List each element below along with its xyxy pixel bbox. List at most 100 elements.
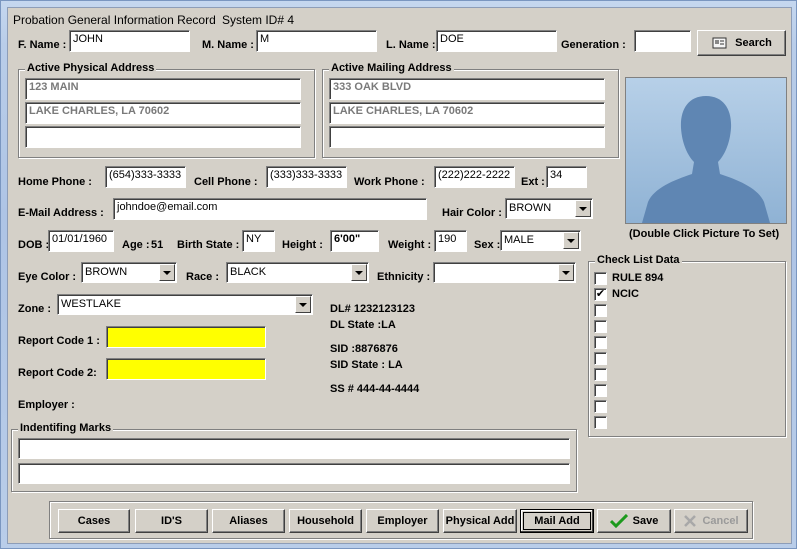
ext-label: Ext : <box>521 176 545 188</box>
race-value: BLACK <box>230 266 267 278</box>
checklist-item-label: NCIC <box>612 288 639 300</box>
ids-button[interactable]: ID'S <box>135 509 208 533</box>
dob-input[interactable]: 01/01/1960 <box>48 230 114 252</box>
mailing-address-group: Active Mailing Address 333 OAK BLVD LAKE… <box>322 62 619 158</box>
chevron-down-icon[interactable] <box>295 296 311 313</box>
physical-address-title: Active Physical Address <box>25 62 157 74</box>
household-button[interactable]: Household <box>289 509 362 533</box>
checklist-checkbox[interactable] <box>594 416 607 429</box>
zone-select[interactable]: WESTLAKE <box>57 294 313 315</box>
mailing-address-title: Active Mailing Address <box>329 62 454 74</box>
report-code1-label: Report Code 1 : <box>18 335 100 347</box>
system-id: System ID# 4 <box>222 13 295 27</box>
checklist-checkbox[interactable] <box>594 352 607 365</box>
search-button[interactable]: Search <box>697 30 786 56</box>
last-name-input[interactable]: DOE <box>436 30 557 52</box>
work-phone-label: Work Phone : <box>354 176 425 188</box>
hair-color-select[interactable]: BROWN <box>505 198 593 219</box>
report-code1-input[interactable] <box>106 326 266 348</box>
sex-label: Sex : <box>474 239 501 251</box>
physical-add-button[interactable]: Physical Add <box>443 509 517 533</box>
identifying-marks-line1[interactable] <box>18 438 570 459</box>
identifying-marks-line2[interactable] <box>18 463 570 484</box>
zone-label: Zone : <box>18 303 51 315</box>
hair-color-value: BROWN <box>509 202 552 214</box>
ext-input[interactable]: 34 <box>546 166 587 188</box>
middle-name-input[interactable]: M <box>256 30 377 52</box>
save-button[interactable]: Save <box>597 509 671 533</box>
sid-state: SID State : LA <box>330 359 403 371</box>
identifying-marks-group: Indentifing Marks <box>11 422 577 492</box>
age-label: Age : <box>122 239 150 251</box>
chevron-down-icon[interactable] <box>558 264 574 281</box>
aliases-button[interactable]: Aliases <box>212 509 285 533</box>
sex-value: MALE <box>504 234 534 246</box>
client-area: Probation General Information Record Sys… <box>7 7 792 544</box>
age-value: 51 <box>151 239 164 251</box>
generation-label: Generation : <box>561 39 626 51</box>
weight-label: Weight : <box>388 239 432 251</box>
cell-phone-input[interactable]: (333)333-3333 <box>266 166 347 188</box>
photo-caption: (Double Click Picture To Set) <box>629 228 780 240</box>
checklist-checkbox[interactable] <box>594 304 607 317</box>
zone-value: WESTLAKE <box>61 298 121 310</box>
height-label: Height : <box>282 239 323 251</box>
cell-phone-label: Cell Phone : <box>194 176 258 188</box>
checklist-checkbox[interactable] <box>594 272 607 285</box>
checklist-group: Check List Data RULE 894 ✔ NCIC <box>588 254 786 437</box>
mail-add-button[interactable]: Mail Add <box>520 509 594 533</box>
checklist-checkbox[interactable] <box>594 336 607 349</box>
ethnicity-select[interactable] <box>433 262 576 283</box>
cases-button[interactable]: Cases <box>58 509 130 533</box>
checklist-checkbox[interactable]: ✔ <box>594 288 607 301</box>
checklist-checkbox[interactable] <box>594 384 607 397</box>
checklist-checkbox[interactable] <box>594 320 607 333</box>
mailing-address-line2[interactable]: LAKE CHARLES, LA 70602 <box>329 102 605 124</box>
sex-select[interactable]: MALE <box>500 230 581 251</box>
eye-color-select[interactable]: BROWN <box>81 262 177 283</box>
search-label: Search <box>735 37 772 49</box>
birth-state-input[interactable]: NY <box>242 230 275 252</box>
chevron-down-icon[interactable] <box>159 264 175 281</box>
report-code2-label: Report Code 2: <box>18 367 97 379</box>
ss-number: SS # 444-44-4444 <box>330 383 420 395</box>
birth-state-label: Birth State : <box>177 239 240 251</box>
form-title: Probation General Information Record <box>13 13 216 27</box>
email-label: E-Mail Address : <box>18 207 104 219</box>
checklist-checkbox[interactable] <box>594 400 607 413</box>
app-window: Probation General Information Record Sys… <box>0 0 797 549</box>
employer-button[interactable]: Employer <box>366 509 439 533</box>
chevron-down-icon[interactable] <box>563 232 579 249</box>
height-input[interactable]: 6'00" <box>330 230 379 252</box>
person-silhouette-icon <box>626 78 786 223</box>
race-label: Race : <box>186 271 220 283</box>
weight-input[interactable]: 190 <box>434 230 467 252</box>
chevron-down-icon[interactable] <box>575 200 591 217</box>
dl-state: DL State :LA <box>330 319 396 331</box>
last-name-label: L. Name : <box>386 39 436 51</box>
generation-input[interactable] <box>634 30 691 52</box>
first-name-input[interactable]: JOHN <box>69 30 190 52</box>
ethnicity-label: Ethnicity : <box>377 271 431 283</box>
physical-address-line1[interactable]: 123 MAIN <box>25 78 301 100</box>
mailing-address-line3[interactable] <box>329 126 605 148</box>
work-phone-input[interactable]: (222)222-2222 <box>434 166 515 188</box>
hair-color-label: Hair Color : <box>442 207 502 219</box>
email-input[interactable]: johndoe@email.com <box>113 198 427 220</box>
checklist-checkbox[interactable] <box>594 368 607 381</box>
physical-address-line2[interactable]: LAKE CHARLES, LA 70602 <box>25 102 301 124</box>
race-select[interactable]: BLACK <box>226 262 369 283</box>
physical-address-line3[interactable] <box>25 126 301 148</box>
person-photo[interactable] <box>625 77 787 224</box>
checklist-item-label: RULE 894 <box>612 272 664 284</box>
bottom-toolbar: Cases ID'S Aliases Household Employer Ph… <box>49 501 753 539</box>
identifying-marks-title: Indentifing Marks <box>18 422 114 434</box>
cancel-button[interactable]: Cancel <box>674 509 748 533</box>
mailing-address-line1[interactable]: 333 OAK BLVD <box>329 78 605 100</box>
chevron-down-icon[interactable] <box>351 264 367 281</box>
eye-color-label: Eye Color : <box>18 271 77 283</box>
report-code2-input[interactable] <box>106 358 266 380</box>
home-phone-label: Home Phone : <box>18 176 92 188</box>
checkmark-icon <box>609 514 628 528</box>
home-phone-input[interactable]: (654)333-3333 <box>105 166 186 188</box>
